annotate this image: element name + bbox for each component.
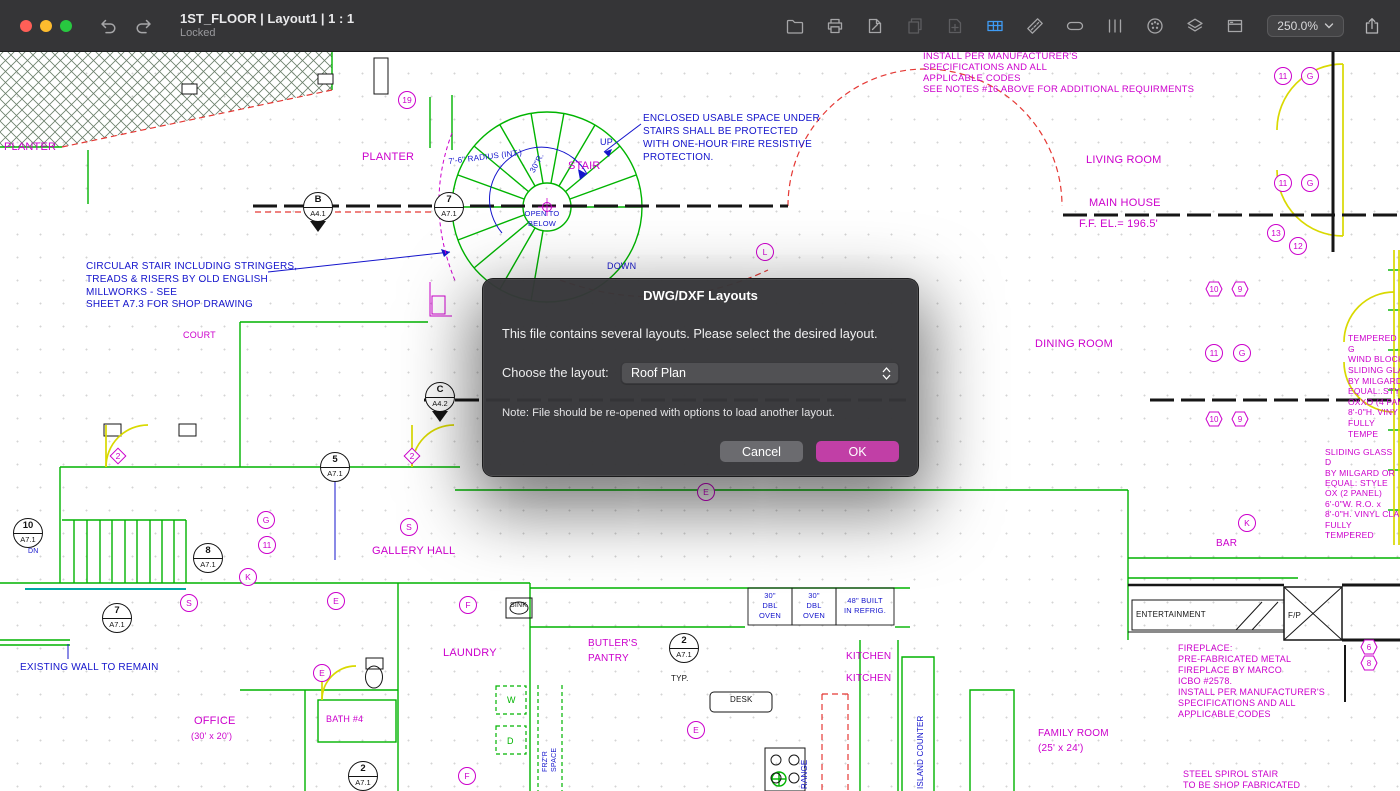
zoom-control[interactable]: 250.0% [1267,15,1344,37]
cancel-button[interactable]: Cancel [720,441,803,462]
ok-button[interactable]: OK [816,441,899,462]
page-copy-icon[interactable] [903,14,927,38]
dwg-dxf-layouts-dialog: DWG/DXF Layouts This file contains sever… [482,278,919,477]
window-subtitle: Locked [180,27,354,41]
redo-button[interactable] [132,14,156,38]
page-add-icon[interactable] [943,14,967,38]
app-window: PLANTERPLANTERSTAIRCOURTGALLERY HALLLAUN… [0,0,1400,791]
columns-icon[interactable] [1103,14,1127,38]
color-palette-icon[interactable] [1143,14,1167,38]
measure-icon[interactable] [1023,14,1047,38]
dialog-title: DWG/DXF Layouts [483,279,918,303]
fullscreen-button[interactable] [60,20,72,32]
folder-icon[interactable] [783,14,807,38]
minimize-button[interactable] [40,20,52,32]
dialog-note: Note: File should be re-opened with opti… [502,407,835,419]
window-controls [20,20,72,32]
layout-select[interactable]: Roof Plan [621,362,899,384]
dialog-buttons: Cancel OK [720,441,899,462]
undo-button[interactable] [96,14,120,38]
choose-layout-label: Choose the layout: [502,365,609,380]
layout-select-value: Roof Plan [631,366,686,380]
share-button[interactable] [1360,14,1384,38]
chevron-down-icon [1324,19,1334,33]
inspector-panel-icon[interactable] [1223,14,1247,38]
close-button[interactable] [20,20,32,32]
layout-grid-icon[interactable] [983,14,1007,38]
popup-chevrons-icon [878,367,894,380]
dimension-capsule-icon[interactable] [1063,14,1087,38]
dialog-message: This file contains several layouts. Plea… [502,326,878,341]
title-block: 1ST_FLOOR | Layout1 | 1 : 1 Locked [180,11,354,41]
window-title: 1ST_FLOOR | Layout1 | 1 : 1 [180,11,354,27]
titlebar: 1ST_FLOOR | Layout1 | 1 : 1 Locked 250.0… [0,0,1400,52]
zoom-value: 250.0% [1277,19,1318,33]
export-document-icon[interactable] [863,14,887,38]
toolbar [783,14,1247,38]
nav-arrows [96,14,156,38]
layers-icon[interactable] [1183,14,1207,38]
print-icon[interactable] [823,14,847,38]
